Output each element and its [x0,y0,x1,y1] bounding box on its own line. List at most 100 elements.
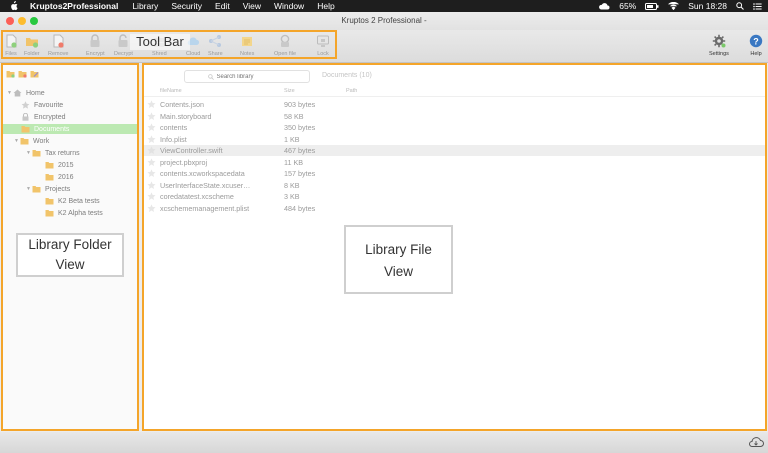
file-name: xcschememanagement.plist [160,203,250,213]
menu-view[interactable]: View [243,1,261,11]
new-folder-icon[interactable] [6,69,15,78]
favourite-star-icon[interactable] [147,146,156,155]
menu-library[interactable]: Library [132,1,158,11]
clock[interactable]: Sun 18:28 [688,1,727,11]
sidebar-item-k2-beta-tests[interactable]: K2 Beta tests [3,196,137,206]
chevron-down-icon[interactable]: ▼ [25,150,32,156]
window-title-bar: Kruptos 2 Professional - [0,12,768,30]
table-row[interactable]: Contents.json 903 bytes [144,99,765,110]
sidebar-item-label: Tax returns [45,149,80,157]
library-file-view: Documents (10) fileName Size Path Conten… [142,63,767,431]
add-files-button[interactable]: Files [4,32,18,60]
sidebar-item-documents[interactable]: Documents [3,124,137,134]
sidebar-item-2016[interactable]: 2016 [3,172,137,182]
column-header-filename[interactable]: fileName [160,88,182,94]
settings-button[interactable]: Settings [709,32,729,60]
menu-edit[interactable]: Edit [215,1,230,11]
toolbar: Files Folder Remove Encrypt Decrypt Shre… [0,30,768,63]
favourite-star-icon[interactable] [147,192,156,201]
chevron-down-icon[interactable]: ▼ [6,90,13,96]
file-size: 350 bytes [284,123,316,132]
column-header-row: fileName Size Path [144,86,765,97]
table-row[interactable]: contents 350 bytes [144,122,765,133]
table-row[interactable]: contents.xcworkspacedata 157 bytes [144,168,765,179]
favourite-star-icon[interactable] [147,203,156,213]
table-row[interactable]: ViewController.swift 467 bytes [144,145,765,156]
table-row[interactable]: Main.storyboard 58 KB [144,111,765,122]
toolbar-label-remove: Remove [48,51,69,57]
help-icon: ? [749,34,763,48]
spotlight-search-icon[interactable] [736,2,744,10]
app-name-menu[interactable]: Kruptos2Professional [30,1,118,11]
sidebar-item-favourite[interactable]: Favourite [3,100,137,110]
chevron-down-icon[interactable]: ▼ [25,186,32,192]
window-maximize-button[interactable] [30,17,38,25]
remove-folder-icon[interactable] [18,69,27,78]
search-input[interactable] [216,73,287,80]
search-box[interactable] [184,70,310,83]
favourite-star-icon[interactable] [147,100,156,109]
favourite-star-icon[interactable] [147,134,156,144]
favourite-star-icon[interactable] [147,169,156,178]
sidebar-item-home[interactable]: ▼ Home [3,88,137,98]
table-row[interactable]: coredatatest.xcscheme 3 KB [144,191,765,202]
share-button[interactable]: Share [208,32,223,60]
file-size: 467 bytes [284,146,316,155]
battery-icon[interactable] [645,2,659,10]
cloud-sync-icon[interactable] [748,436,764,448]
wifi-icon[interactable] [668,2,679,10]
lock-button[interactable]: Lock [316,32,330,60]
table-row[interactable]: Info.plist 1 KB [144,134,765,145]
chevron-down-icon[interactable]: ▼ [13,138,20,144]
notes-button[interactable]: Notes [240,32,254,60]
window-minimize-button[interactable] [18,17,26,25]
star-icon [21,101,30,109]
table-row[interactable]: UserInterfaceState.xcuser… 8 KB [144,180,765,191]
sidebar-item-2015[interactable]: 2015 [3,160,137,170]
add-folder-button[interactable]: Folder [24,32,40,60]
favourite-star-icon[interactable] [147,123,156,132]
file-size: 484 bytes [284,203,316,213]
menu-window[interactable]: Window [274,1,304,11]
file-size: 903 bytes [284,100,316,109]
library-folder-view-callout: Library Folder View [16,233,124,277]
favourite-star-icon[interactable] [147,111,156,121]
encrypt-button[interactable]: Encrypt [86,32,105,60]
toolbar-label-folder: Folder [24,51,40,57]
home-icon [13,89,22,97]
favourite-star-icon[interactable] [147,180,156,190]
lock-icon [22,113,29,121]
notification-center-icon[interactable] [753,2,762,10]
sidebar-item-label: Home [26,89,45,97]
table-row[interactable]: xcschememanagement.plist 484 bytes [144,203,765,214]
apple-icon[interactable] [9,1,19,11]
cloud-status-icon[interactable] [598,2,610,10]
edit-folder-icon[interactable] [30,69,39,78]
callout-line: Library File [365,242,432,257]
column-header-path[interactable]: Path [346,88,357,94]
toolbar-label-cloud: Cloud [186,51,201,57]
sidebar-item-label: 2016 [58,173,74,181]
remove-button[interactable]: Remove [48,32,68,60]
share-icon [209,35,222,47]
callout-line: View [383,264,414,279]
library-file-view-callout: Library File View [344,225,453,294]
table-row[interactable]: project.pbxproj 11 KB [144,157,765,168]
window-close-button[interactable] [6,17,14,25]
toolbar-label-share: Share [208,51,223,57]
sidebar-item-work[interactable]: ▼ Work [3,136,137,146]
unlock-icon [118,34,128,47]
help-button[interactable]: ? Help [749,32,763,60]
sidebar-item-k2-alpha-tests[interactable]: K2 Alpha tests [3,208,137,218]
file-size: 157 bytes [284,169,316,178]
open-file-button[interactable]: Open file [274,32,296,60]
sidebar-item-projects[interactable]: ▼ Projects [3,184,137,194]
column-header-size[interactable]: Size [284,88,295,94]
menu-security[interactable]: Security [171,1,202,11]
sidebar-item-encrypted[interactable]: Encrypted [3,112,137,122]
file-name: Info.plist [160,134,187,144]
sidebar-item-tax-returns[interactable]: ▼ Tax returns [3,148,137,158]
toolbar-label-encrypt: Encrypt [86,51,105,57]
menu-help[interactable]: Help [317,1,334,11]
favourite-star-icon[interactable] [147,157,156,167]
